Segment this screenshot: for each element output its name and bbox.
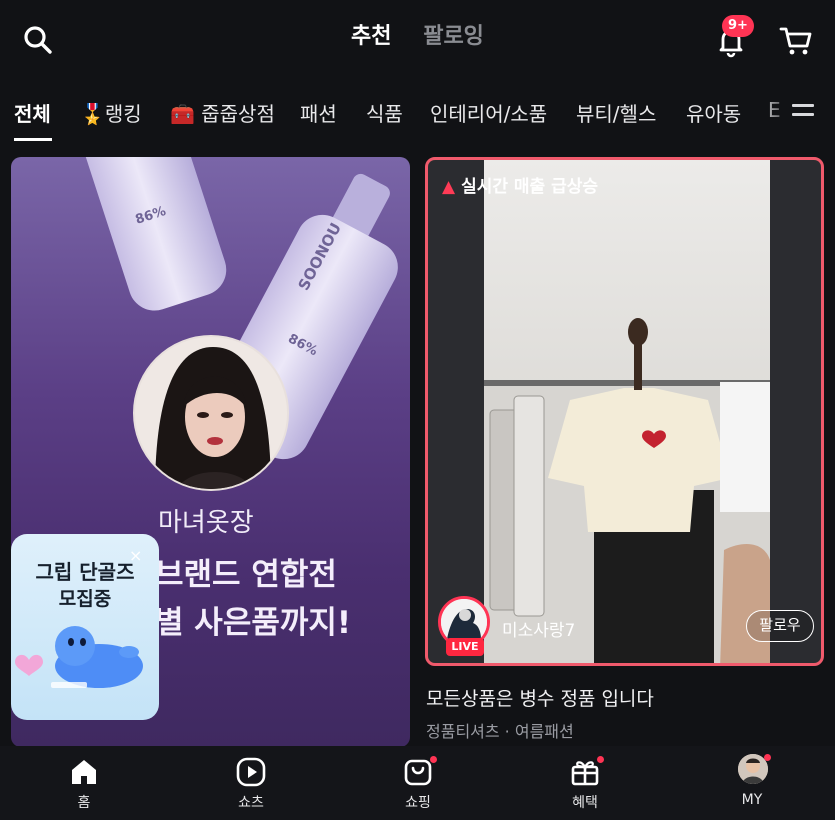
product-title[interactable]: 모든상품은 병수 정품 입니다 [426,684,654,711]
bottle-label: 86% [133,203,168,228]
bottle-label: 86% [285,331,320,360]
nav-home-label: 홈 [77,795,91,811]
nav-home[interactable]: 홈 [34,746,134,820]
promo-text-line1: 브랜드 연합전 [155,557,337,593]
category-food[interactable]: 식품 [366,98,403,127]
category-active-underline [14,138,52,141]
new-dot [597,756,604,763]
nav-benefits-label: 혜택 [572,795,598,811]
mascot-illustration [15,626,143,688]
category-bargain-shop[interactable]: 🧰 줍줍상점 [170,98,275,127]
new-dot [430,756,437,763]
host-portrait-image [135,337,287,489]
live-card-right[interactable]: ▲ 실시간 매출 급상승 LIVE 미소사랑7 팔로우 [425,157,824,666]
nav-shopping[interactable]: 쇼핑 [368,746,468,820]
category-bar: 전체 🎖️랭킹 🧰 줍줍상점 패션 식품 인테리어/소품 뷰티/헬스 유아동 E [0,90,835,146]
product-subtitle: 정품티셔츠 · 여름패션 [426,722,574,741]
nav-my[interactable]: MY [702,746,802,820]
seller-name[interactable]: 미소사랑7 [502,616,575,641]
cart-icon[interactable] [778,24,814,58]
trending-label: ▲ 실시간 매출 급상승 [442,172,598,197]
feed-tabs: 추천 팔로잉 [0,18,835,50]
nav-shorts[interactable]: 쇼츠 [201,746,301,820]
product-bottle-image: 86% [73,157,233,318]
trending-up-icon: ▲ [442,177,456,197]
category-menu-icon[interactable] [792,104,814,122]
host-portrait [133,335,289,491]
home-icon [72,760,96,784]
bottom-navigation: 홈 쇼츠 쇼핑 혜택 MY [0,746,835,820]
video-letterbox-left [428,160,484,663]
gift-icon [571,761,599,786]
category-ranking[interactable]: 🎖️랭킹 [80,98,142,127]
shopping-bag-icon [404,759,432,786]
new-dot [764,754,771,761]
follow-button[interactable]: 팔로우 [746,610,814,642]
top-bar: 추천 팔로잉 9+ [0,0,835,80]
tab-recommended[interactable]: 추천 [351,24,391,49]
trending-text: 실시간 매출 급상승 [461,177,599,197]
live-badge: LIVE [446,638,484,656]
nav-benefits[interactable]: 혜택 [535,746,635,820]
tab-following[interactable]: 팔로잉 [423,24,484,49]
bottle-brand-label: SOONOU [294,219,346,294]
notification-badge: 9+ [722,15,754,37]
live-video-image [484,318,770,663]
category-all[interactable]: 전체 [14,98,51,127]
nav-shorts-label: 쇼츠 [238,795,264,811]
nav-my-label: MY [741,792,763,808]
play-icon [236,757,266,787]
nav-shopping-label: 쇼핑 [405,795,431,811]
category-interior[interactable]: 인테리어/소품 [430,98,547,127]
category-kids[interactable]: 유아동 [686,98,741,127]
recruit-popup[interactable]: × 그립 단골즈 모집중 [11,534,159,720]
category-beauty[interactable]: 뷰티/헬스 [576,98,656,127]
promo-text-line2: 별 사은품까지! [155,605,352,641]
live-video-frame [484,160,770,663]
video-letterbox-right [770,160,821,663]
category-fashion[interactable]: 패션 [300,98,337,127]
